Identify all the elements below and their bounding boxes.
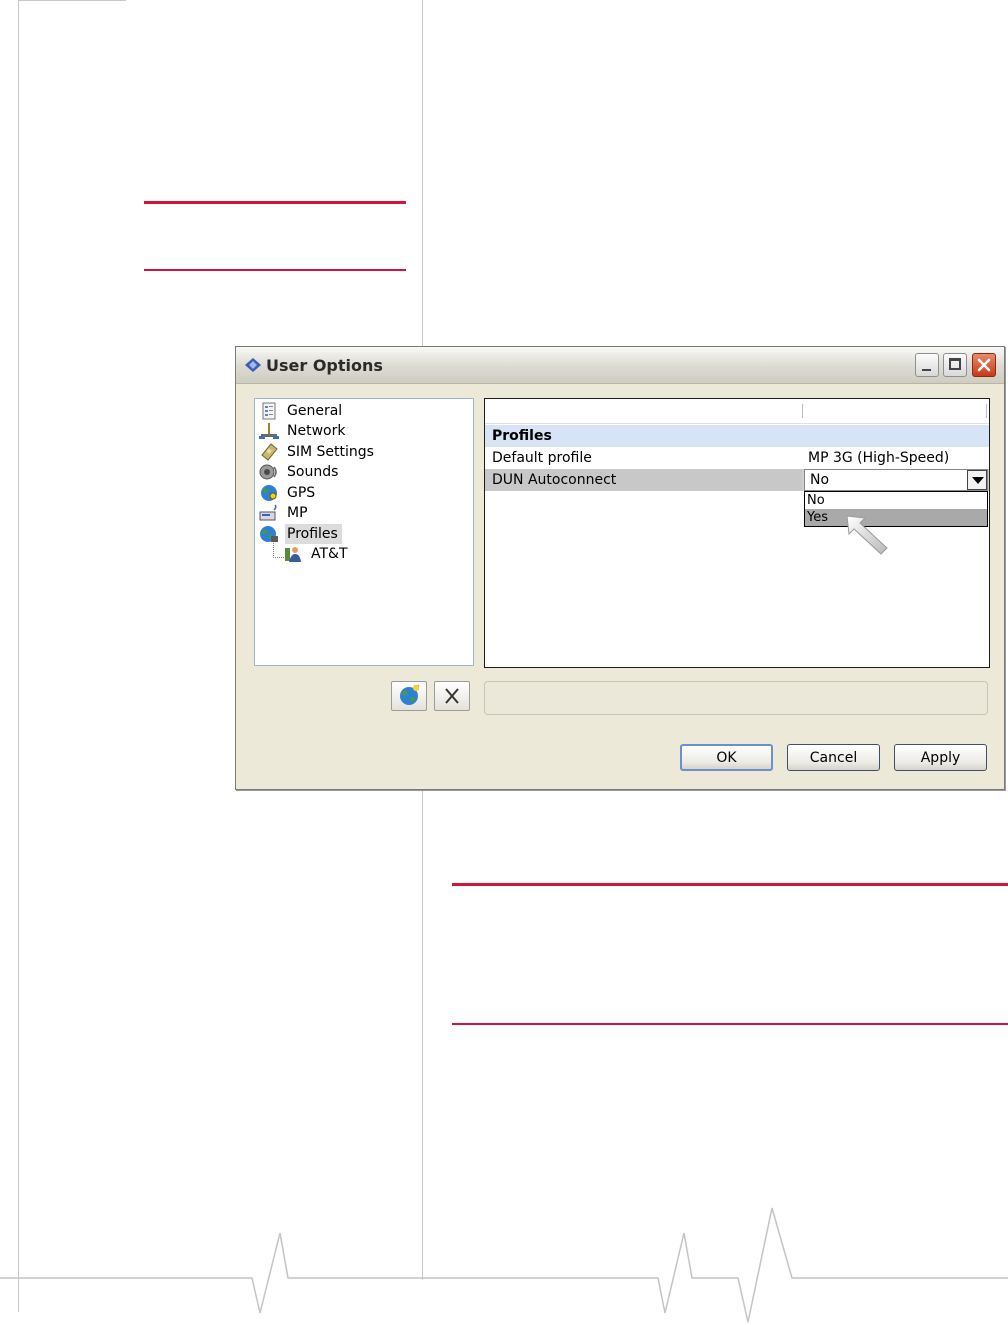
tree-label: General (287, 403, 343, 419)
add-profile-button[interactable] (391, 681, 427, 711)
dun-autoconnect-select[interactable]: No (804, 469, 988, 491)
tree-item-att[interactable]: AT&T (283, 544, 352, 564)
profile-person-icon (285, 547, 301, 562)
sounds-icon (259, 464, 277, 480)
left-margin-line (18, 0, 19, 1312)
column-separator-right (986, 404, 987, 418)
tree-label: MP (287, 505, 308, 521)
category-profiles[interactable]: Profiles (485, 425, 989, 447)
grid-header (485, 399, 989, 424)
row-name: Default profile (492, 450, 592, 466)
dropdown-option-no[interactable]: No (805, 492, 987, 509)
app-diamond-icon (245, 358, 261, 372)
chevron-down-icon (972, 477, 984, 484)
general-icon (262, 402, 276, 420)
dialog-title: User Options (266, 356, 383, 375)
row-default-profile[interactable]: Default profile MP 3G (High-Speed) (485, 447, 989, 469)
delete-x-icon (445, 688, 459, 704)
close-icon (977, 358, 991, 372)
tree-item-sim-settings[interactable]: SIM Settings (259, 442, 378, 462)
ok-button[interactable]: OK (680, 744, 773, 771)
mp-device-icon (259, 504, 277, 521)
minimize-icon (922, 369, 931, 371)
minimize-button[interactable] (915, 353, 939, 377)
tree-label: GPS (287, 485, 316, 501)
maximize-icon (949, 358, 961, 370)
tree-item-mp[interactable]: MP (259, 503, 312, 523)
tree-item-network[interactable]: Network (259, 421, 349, 441)
title-bar[interactable]: User Options (236, 347, 1004, 384)
tree-label: Sounds (287, 464, 339, 480)
row-value: MP 3G (High-Speed) (808, 450, 950, 466)
row-name: DUN Autoconnect (492, 472, 617, 488)
tree-label: AT&T (311, 546, 348, 562)
delete-profile-button[interactable] (434, 681, 470, 711)
description-panel (484, 681, 988, 715)
cancel-button[interactable]: Cancel (787, 744, 880, 771)
gps-globe-icon (261, 485, 277, 501)
options-tree[interactable]: General Network SIM Settings Sounds GPS … (254, 398, 474, 666)
profiles-globe-icon (260, 526, 278, 542)
select-value: No (810, 472, 830, 488)
column-separator[interactable] (802, 404, 803, 418)
top-left-rule (18, 0, 126, 1)
tree-item-sounds[interactable]: Sounds (259, 462, 342, 482)
maximize-button[interactable] (943, 353, 967, 377)
property-grid: Profiles Default profile MP 3G (High-Spe… (484, 398, 990, 668)
apply-button[interactable]: Apply (894, 744, 987, 771)
dropdown-option-yes[interactable]: Yes (805, 509, 987, 526)
red-rule-upper-1 (144, 201, 406, 204)
add-globe-icon (400, 685, 419, 705)
sim-icon (261, 443, 278, 461)
pointer-arrow-icon (846, 515, 888, 555)
dropdown-arrow-button[interactable] (967, 470, 987, 490)
tree-label: Network (287, 423, 346, 439)
dropdown-list: No Yes (804, 491, 988, 527)
row-dun-autoconnect[interactable]: DUN Autoconnect No (485, 469, 989, 491)
footer-waveform (0, 1207, 1008, 1323)
tree-label: Profiles (285, 524, 342, 544)
tree-item-general[interactable]: General (259, 401, 346, 421)
tree-item-profiles[interactable]: Profiles (259, 524, 342, 544)
network-icon (259, 423, 279, 439)
user-options-dialog: User Options General Network SIM Setting… (235, 346, 1005, 790)
red-rule-lower-1 (452, 883, 1008, 886)
close-button[interactable] (972, 353, 996, 377)
red-rule-lower-2 (452, 1023, 1008, 1025)
tree-item-gps[interactable]: GPS (259, 483, 319, 503)
red-rule-upper-2 (144, 269, 406, 271)
tree-label: SIM Settings (287, 444, 374, 460)
